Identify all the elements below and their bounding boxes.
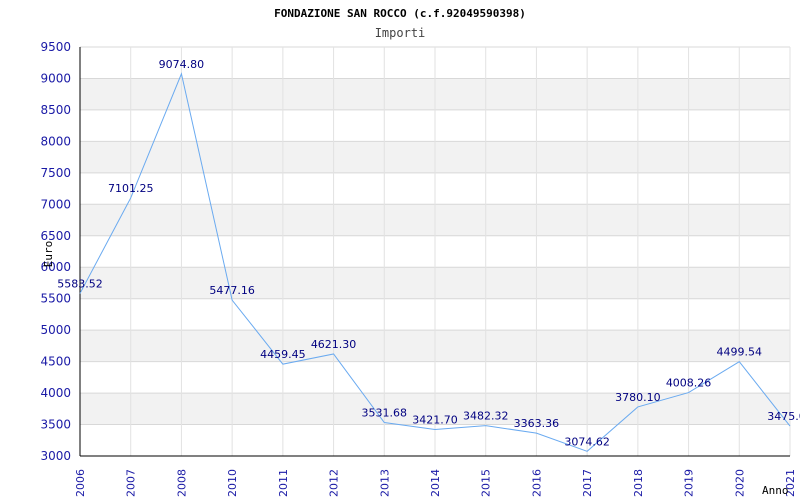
x-tick-label: 2006: [74, 469, 87, 497]
y-tick-label: 8000: [40, 134, 71, 148]
x-tick-label: 2012: [328, 469, 341, 497]
x-tick-label: 2013: [378, 469, 391, 497]
y-tick-label: 7000: [40, 197, 71, 211]
x-tick-label: 2019: [683, 469, 696, 497]
x-tick-label: 2007: [125, 469, 138, 497]
x-tick-label: 2015: [480, 469, 493, 497]
data-label: 9074.80: [159, 58, 205, 71]
data-label: 3475.06: [767, 410, 800, 423]
data-label: 3074.62: [564, 435, 610, 448]
x-tick-label: 2016: [530, 469, 543, 497]
y-tick-label: 3500: [40, 418, 71, 432]
data-label: 3363.36: [514, 417, 560, 430]
y-tick-label: 6500: [40, 229, 71, 243]
y-tick-label: 4000: [40, 386, 71, 400]
y-tick-label: 8500: [40, 103, 71, 117]
y-tick-label: 5000: [40, 323, 71, 337]
data-label: 5583.52: [57, 277, 103, 290]
y-tick-label: 9500: [40, 40, 71, 54]
y-tick-label: 4500: [40, 355, 71, 369]
data-label: 4459.45: [260, 348, 306, 361]
y-tick-label: 3000: [40, 449, 71, 463]
y-tick-label: 5500: [40, 292, 71, 306]
x-axis-label: Anno: [762, 484, 789, 497]
data-label: 5477.16: [209, 284, 255, 297]
x-tick-label: 2008: [175, 469, 188, 497]
data-label: 4008.26: [666, 377, 712, 390]
data-label: 3531.68: [362, 407, 408, 420]
data-label: 3780.10: [615, 391, 661, 404]
x-tick-label: 2017: [581, 469, 594, 497]
data-label: 4499.54: [717, 346, 763, 359]
chart-title: FONDAZIONE SAN ROCCO (c.f.92049590398): [274, 7, 526, 20]
data-label: 3421.70: [412, 413, 458, 426]
data-label: 4621.30: [311, 338, 357, 351]
x-tick-label: 2020: [733, 469, 746, 497]
x-tick-labels: 2006 2007 2008 2010 2011 2012 2013 2014 2015 2016…: [74, 469, 797, 497]
data-label: 3482.32: [463, 410, 509, 423]
y-tick-label: 9000: [40, 71, 71, 85]
y-axis-label: Euro: [42, 241, 55, 268]
y-tick-label: 7500: [40, 166, 71, 180]
x-tick-label: 2011: [277, 469, 290, 497]
x-tick-label: 2010: [226, 469, 239, 497]
chart-subtitle: Importi: [375, 26, 426, 40]
chart: FONDAZIONE SAN ROCCO (c.f.92049590398) I…: [40, 7, 800, 497]
x-tick-label: 2014: [429, 469, 442, 497]
x-tick-label: 2018: [632, 469, 645, 497]
data-label: 7101.25: [108, 182, 154, 195]
